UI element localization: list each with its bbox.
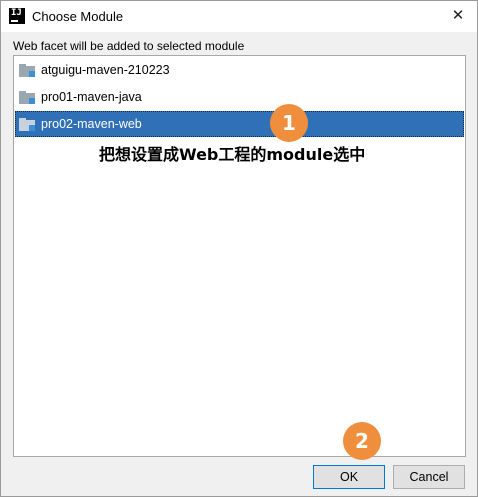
step-2-badge: 2 xyxy=(343,422,381,460)
ok-button[interactable]: OK xyxy=(313,465,385,489)
intellij-logo-icon: IJ xyxy=(9,8,25,24)
close-icon[interactable]: ✕ xyxy=(449,7,467,25)
list-item-pro02-maven-web[interactable]: pro02-maven-web xyxy=(15,111,464,137)
module-folder-icon xyxy=(19,63,35,77)
list-item-atguigu-maven-210223[interactable]: atguigu-maven-210223 xyxy=(15,57,464,83)
choose-module-dialog: IJ Choose Module ✕ Web facet will be add… xyxy=(0,0,478,497)
list-item-pro01-maven-java[interactable]: pro01-maven-java xyxy=(15,84,464,110)
dialog-title: Choose Module xyxy=(32,9,124,24)
module-folder-icon xyxy=(19,117,35,131)
module-label: atguigu-maven-210223 xyxy=(41,63,170,77)
step-1-annotation: 把想设置成Web工程的module选中 xyxy=(99,145,366,164)
cancel-button[interactable]: Cancel xyxy=(393,465,465,489)
module-list[interactable]: atguigu-maven-210223 pro01-maven-java pr… xyxy=(13,55,466,457)
module-folder-icon xyxy=(19,90,35,104)
module-label: pro01-maven-java xyxy=(41,90,142,104)
instruction-label: Web facet will be added to selected modu… xyxy=(13,39,245,53)
title-bar[interactable]: IJ Choose Module ✕ xyxy=(1,1,477,32)
logo-text: IJ xyxy=(11,8,22,18)
module-label: pro02-maven-web xyxy=(41,117,142,131)
step-1-badge: 1 xyxy=(270,104,308,142)
